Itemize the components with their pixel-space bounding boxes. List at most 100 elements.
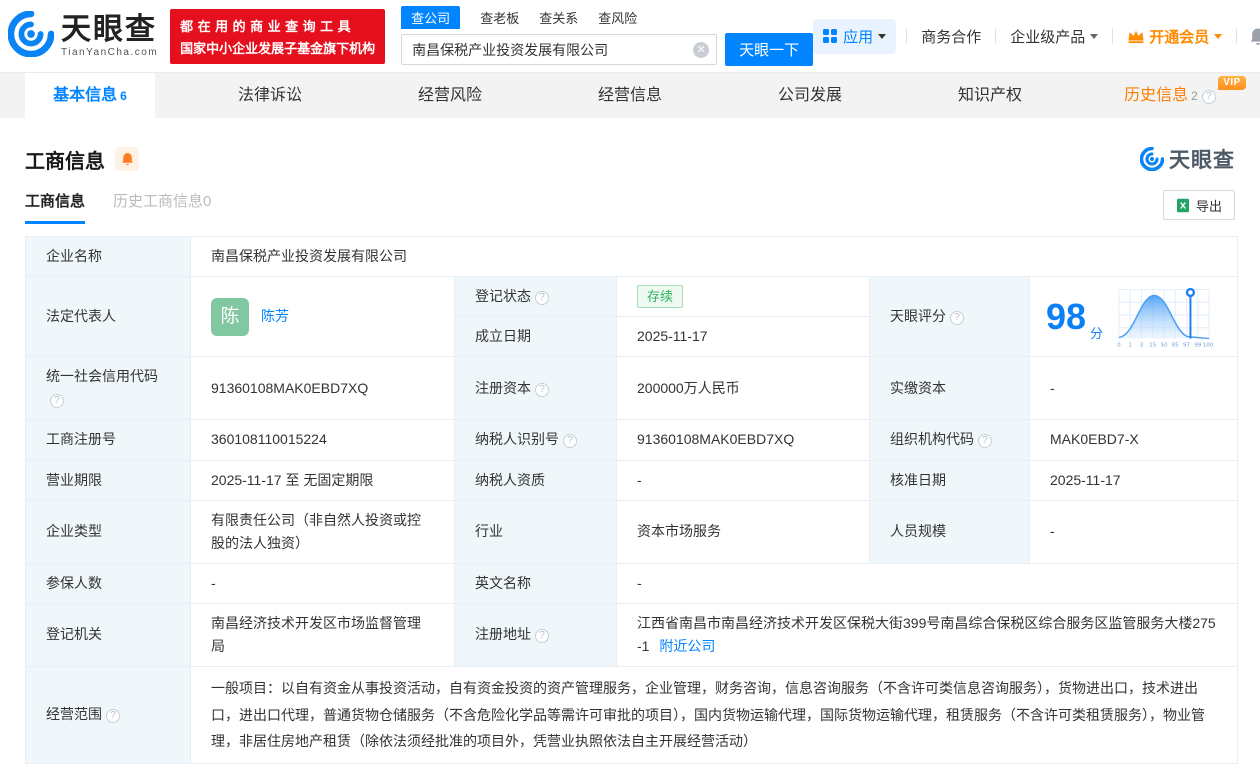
field-label: 注册资本 <box>454 356 617 421</box>
clear-search-icon[interactable] <box>693 41 710 58</box>
field-label: 核准日期 <box>869 459 1030 501</box>
svg-text:50: 50 <box>1161 342 1168 348</box>
legal-rep-cell: 陈 陈芳 <box>190 276 455 358</box>
field-label: 实缴资本 <box>869 356 1030 421</box>
help-icon[interactable] <box>535 291 549 306</box>
table-row: 统一社会信用代码 91360108MAK0EBD7XQ 注册资本 200000万… <box>25 356 1239 421</box>
nav-enterprise-label: 企业级产品 <box>1010 28 1086 46</box>
svg-text:100: 100 <box>1203 342 1213 348</box>
subtab-business-info[interactable]: 工商信息 <box>25 190 86 224</box>
business-info-table: 企业名称 南昌保税产业投资发展有限公司 法定代表人 陈 陈芳 登记状态 存续 天… <box>25 235 1239 764</box>
field-label: 企业类型 <box>25 499 191 564</box>
svg-text:X: X <box>1180 200 1187 210</box>
tab-intellectual-property[interactable]: 知识产权 <box>900 73 1080 118</box>
search-type-tabs: 查公司 查老板 查关系 查风险 <box>401 6 813 29</box>
help-icon[interactable] <box>535 382 549 397</box>
tab-count: 6 <box>120 88 127 103</box>
industry-value: 资本市场服务 <box>616 499 870 564</box>
tab-operation-risk[interactable]: 经营风险 <box>360 73 540 118</box>
nav-enterprise-products[interactable]: 企业级产品 <box>996 26 1112 47</box>
table-row: 工商注册号 360108110015224 纳税人识别号 91360108MAK… <box>25 419 1239 461</box>
monitor-bell-icon[interactable] <box>115 147 139 171</box>
subtab-history-business-info[interactable]: 历史工商信息0 <box>113 190 211 224</box>
insured-value: - <box>190 562 455 604</box>
help-icon[interactable] <box>978 434 992 449</box>
excel-icon: X <box>1176 198 1189 212</box>
tab-company-development[interactable]: 公司发展 <box>720 73 900 118</box>
table-row: 企业名称 南昌保税产业投资发展有限公司 <box>25 235 1239 278</box>
help-icon[interactable] <box>1201 89 1216 104</box>
promo-banner: 都在用的商业查询工具 国家中小企业发展子基金旗下机构 <box>170 8 386 64</box>
company-type-value: 有限责任公司（非自然人投资或控股的法人独资） <box>190 499 455 564</box>
subtab-label: 历史工商信息 <box>113 193 204 210</box>
term-value: 2025-11-17 至 无固定期限 <box>190 459 455 501</box>
help-icon[interactable] <box>50 394 64 409</box>
help-icon[interactable] <box>563 434 577 449</box>
tianyancha-logo[interactable]: 天眼查 TianYanCha.com <box>7 10 158 62</box>
export-button[interactable]: X 导出 <box>1162 190 1235 220</box>
watermark-logo: 天眼查 <box>1140 144 1235 174</box>
address-value: 江西省南昌市南昌经济技术开发区保税大街399号南昌综合保税区综合服务区监管服务大… <box>637 614 1216 655</box>
english-name-value: - <box>615 562 1239 604</box>
table-row: 企业类型 有限责任公司（非自然人投资或控股的法人独资） 行业 资本市场服务 人员… <box>25 499 1239 564</box>
notification-bell-icon[interactable] <box>1237 27 1260 46</box>
svg-text:99: 99 <box>1194 342 1201 348</box>
svg-text:97: 97 <box>1183 342 1190 348</box>
avatar[interactable]: 陈 <box>211 297 249 336</box>
top-nav: 应用 商务合作 企业级产品 开通会员 超级风... <box>813 18 1260 54</box>
chevron-down-icon <box>1090 33 1099 39</box>
help-icon[interactable] <box>950 311 964 326</box>
search-input[interactable] <box>401 34 718 65</box>
section-title: 工商信息 <box>25 150 105 173</box>
taxpayer-id-value: 91360108MAK0EBD7XQ <box>616 419 870 461</box>
table-row: 登记机关 南昌经济技术开发区市场监督管理局 注册地址 江西省南昌市南昌经济技术开… <box>25 602 1239 668</box>
nav-open-vip[interactable]: 开通会员 <box>1113 26 1236 47</box>
help-icon[interactable] <box>535 629 549 644</box>
nav-apps-label: 应用 <box>843 28 874 46</box>
chevron-down-icon <box>878 33 887 39</box>
reg-capital-value: 200000万人民币 <box>616 356 870 421</box>
search-tab-boss[interactable]: 查老板 <box>480 6 519 29</box>
top-header: 天眼查 TianYanCha.com 都在用的商业查询工具 国家中小企业发展子基… <box>0 0 1260 72</box>
watermark-text: 天眼查 <box>1169 149 1235 172</box>
tab-label: 基本信息 <box>53 86 118 104</box>
score-cell[interactable]: 98 分 0 1 3 15 50 85 97 99 100 <box>1028 276 1239 358</box>
subtab-count: 0 <box>203 193 212 210</box>
status-badge: 存续 <box>637 285 684 309</box>
tab-operation-info[interactable]: 经营信息 <box>540 73 720 118</box>
field-label: 天眼评分 <box>869 276 1030 358</box>
tab-basic-info[interactable]: 基本信息 6 <box>0 72 180 119</box>
reg-status-value: 存续 <box>616 276 870 318</box>
registry-value: 南昌经济技术开发区市场监督管理局 <box>190 602 455 668</box>
field-label: 统一社会信用代码 <box>25 356 191 421</box>
search-button[interactable]: 天眼一下 <box>725 33 814 66</box>
field-label: 企业名称 <box>25 235 191 278</box>
table-row: 法定代表人 陈 陈芳 登记状态 存续 天眼评分 98 分 <box>25 276 1239 358</box>
chevron-down-icon <box>1214 33 1223 39</box>
nav-business-cooperation[interactable]: 商务合作 <box>907 26 995 47</box>
tab-legal-proceedings[interactable]: 法律诉讼 <box>180 73 360 118</box>
search-tab-company[interactable]: 查公司 <box>401 6 461 29</box>
search-tab-relation[interactable]: 查关系 <box>539 6 578 29</box>
company-name-value: 南昌保税产业投资发展有限公司 <box>189 235 1239 278</box>
crown-icon <box>1128 30 1144 44</box>
tab-history-info[interactable]: 历史信息2 VIP <box>1080 73 1260 118</box>
search-tab-risk[interactable]: 查风险 <box>598 6 637 29</box>
table-row: 参保人数 - 英文名称 - <box>25 562 1239 604</box>
brand-name: 天眼查 <box>61 12 157 46</box>
svg-text:0: 0 <box>1117 342 1121 348</box>
business-info-section: 工商信息 天眼查 工商信息 历史工商信息0 X 导出 企业名称 南昌保税产业投资… <box>0 118 1260 764</box>
field-label: 组织机构代码 <box>869 419 1030 461</box>
reg-number-value: 360108110015224 <box>190 419 455 461</box>
help-icon[interactable] <box>106 709 120 724</box>
svg-text:15: 15 <box>1149 342 1156 348</box>
legal-rep-link[interactable]: 陈芳 <box>261 305 289 328</box>
nav-apps[interactable]: 应用 <box>813 18 897 54</box>
field-label: 登记状态 <box>454 276 617 318</box>
field-label: 人员规模 <box>869 499 1030 564</box>
nearby-companies-link[interactable]: 附近公司 <box>659 638 715 654</box>
field-label: 英文名称 <box>454 562 617 604</box>
promo-line2: 国家中小企业发展子基金旗下机构 <box>180 40 376 56</box>
address-cell: 江西省南昌市南昌经济技术开发区保税大街399号南昌综合保税区综合服务区监管服务大… <box>615 602 1239 668</box>
table-row: 营业期限 2025-11-17 至 无固定期限 纳税人资质 - 核准日期 202… <box>25 459 1239 501</box>
